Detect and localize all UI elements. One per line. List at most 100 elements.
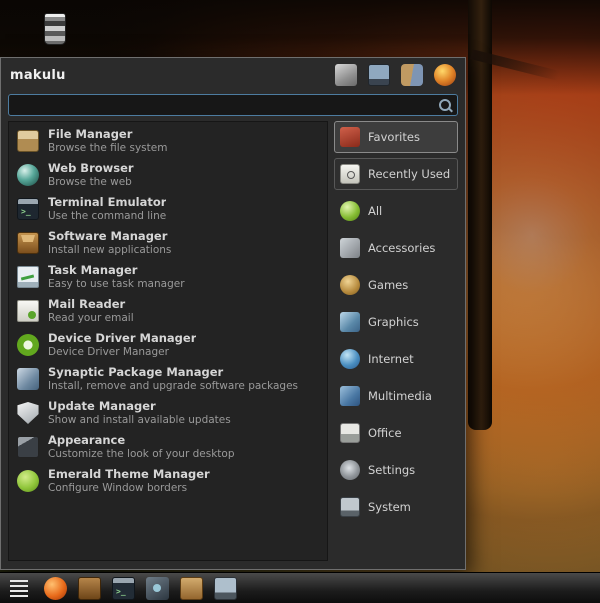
browser-icon[interactable] — [44, 577, 67, 600]
app-texts: Synaptic Package Manager Install, remove… — [48, 366, 298, 392]
app-item-task-manager[interactable]: Task Manager Easy to use task manager — [9, 260, 327, 294]
app-item-update-manager[interactable]: Update Manager Show and install availabl… — [9, 396, 327, 430]
category-all[interactable]: All — [334, 195, 458, 227]
lock-icon[interactable] — [335, 64, 357, 86]
task-manager-icon — [17, 266, 39, 288]
category-label: System — [368, 500, 411, 514]
search-input[interactable] — [15, 97, 433, 113]
settings-icon[interactable] — [146, 577, 169, 600]
category-label: Graphics — [368, 315, 419, 329]
accessories-icon — [340, 238, 360, 258]
menu-button[interactable] — [6, 573, 32, 603]
app-description: Device Driver Manager — [48, 346, 196, 358]
category-label: Internet — [368, 352, 414, 366]
app-title: Terminal Emulator — [48, 196, 166, 210]
trash-icon[interactable] — [44, 13, 66, 45]
app-item-synaptic-package-manager[interactable]: Synaptic Package Manager Install, remove… — [9, 362, 327, 396]
app-item-web-browser[interactable]: Web Browser Browse the web — [9, 158, 327, 192]
internet-icon — [340, 349, 360, 369]
office-icon — [340, 423, 360, 443]
app-description: Easy to use task manager — [48, 278, 185, 290]
app-title: Device Driver Manager — [48, 332, 196, 346]
category-multimedia[interactable]: Multimedia — [334, 380, 458, 412]
app-texts: Appearance Customize the look of your de… — [48, 434, 235, 460]
category-internet[interactable]: Internet — [334, 343, 458, 375]
category-graphics[interactable]: Graphics — [334, 306, 458, 338]
app-item-software-manager[interactable]: Software Manager Install new application… — [9, 226, 327, 260]
app-texts: Terminal Emulator Use the command line — [48, 196, 166, 222]
update-manager-icon — [17, 402, 39, 424]
app-item-mail-reader[interactable]: Mail Reader Read your email — [9, 294, 327, 328]
display-icon[interactable] — [368, 64, 390, 86]
software-manager-icon — [17, 232, 39, 254]
taskbar — [0, 572, 600, 603]
category-label: Office — [368, 426, 402, 440]
app-description: Install, remove and upgrade software pac… — [48, 380, 298, 392]
app-texts: Emerald Theme Manager Configure Window b… — [48, 468, 210, 494]
category-list: Favorites Recently Used All Accessories … — [334, 121, 458, 561]
synaptic-icon — [17, 368, 39, 390]
category-settings[interactable]: Settings — [334, 454, 458, 486]
category-label: Games — [368, 278, 408, 292]
mail-icon — [17, 300, 39, 322]
app-title: Update Manager — [48, 400, 231, 414]
category-label: Recently Used — [368, 167, 450, 181]
app-item-appearance[interactable]: Appearance Customize the look of your de… — [9, 430, 327, 464]
taskbar-launchers — [44, 577, 237, 600]
logout-icon[interactable] — [434, 64, 456, 86]
app-texts: File Manager Browse the file system — [48, 128, 167, 154]
search-bar — [8, 94, 458, 116]
app-description: Use the command line — [48, 210, 166, 222]
category-office[interactable]: Office — [334, 417, 458, 449]
appearance-icon — [17, 436, 39, 458]
app-description: Customize the look of your desktop — [48, 448, 235, 460]
app-texts: Web Browser Browse the web — [48, 162, 134, 188]
category-accessories[interactable]: Accessories — [334, 232, 458, 264]
app-item-device-driver-manager[interactable]: Device Driver Manager Device Driver Mana… — [9, 328, 327, 362]
app-item-terminal-emulator[interactable]: Terminal Emulator Use the command line — [9, 192, 327, 226]
display-icon[interactable] — [214, 577, 237, 600]
screen: makulu File Manager Browse the file syst… — [0, 0, 600, 603]
search-icon — [439, 99, 451, 111]
category-label: Favorites — [368, 130, 420, 144]
category-system[interactable]: System — [334, 491, 458, 523]
category-label: Multimedia — [368, 389, 432, 403]
device-driver-icon — [17, 334, 39, 356]
app-title: Synaptic Package Manager — [48, 366, 298, 380]
all-icon — [340, 201, 360, 221]
app-item-emerald-theme-manager[interactable]: Emerald Theme Manager Configure Window b… — [9, 464, 327, 498]
emerald-icon — [17, 470, 39, 492]
category-label: Settings — [368, 463, 415, 477]
favorites-icon — [340, 127, 360, 147]
tree-trunk — [468, 0, 492, 430]
system-icon — [340, 497, 360, 517]
category-recently-used[interactable]: Recently Used — [334, 158, 458, 190]
app-texts: Mail Reader Read your email — [48, 298, 134, 324]
favorites-app-list: File Manager Browse the file system Web … — [8, 121, 328, 561]
app-texts: Device Driver Manager Device Driver Mana… — [48, 332, 196, 358]
settings-icon — [340, 460, 360, 480]
file-archive-icon[interactable] — [180, 577, 203, 600]
app-texts: Software Manager Install new application… — [48, 230, 171, 256]
terminal-icon[interactable] — [112, 577, 135, 600]
header-icons — [335, 64, 456, 86]
app-description: Install new applications — [48, 244, 171, 256]
category-favorites[interactable]: Favorites — [334, 121, 458, 153]
web-browser-icon — [17, 164, 39, 186]
menu-header: makulu — [1, 58, 465, 92]
graphics-icon — [340, 312, 360, 332]
file-manager-icon — [17, 130, 39, 152]
games-icon — [340, 275, 360, 295]
app-description: Browse the file system — [48, 142, 167, 154]
app-title: File Manager — [48, 128, 167, 142]
category-games[interactable]: Games — [334, 269, 458, 301]
switch-user-icon[interactable] — [401, 64, 423, 86]
app-item-file-manager[interactable]: File Manager Browse the file system — [9, 124, 327, 158]
app-description: Show and install available updates — [48, 414, 231, 426]
menu-content: File Manager Browse the file system Web … — [8, 121, 458, 561]
app-title: Appearance — [48, 434, 235, 448]
package-manager-icon[interactable] — [78, 577, 101, 600]
app-texts: Task Manager Easy to use task manager — [48, 264, 185, 290]
app-description: Read your email — [48, 312, 134, 324]
app-title: Emerald Theme Manager — [48, 468, 210, 482]
